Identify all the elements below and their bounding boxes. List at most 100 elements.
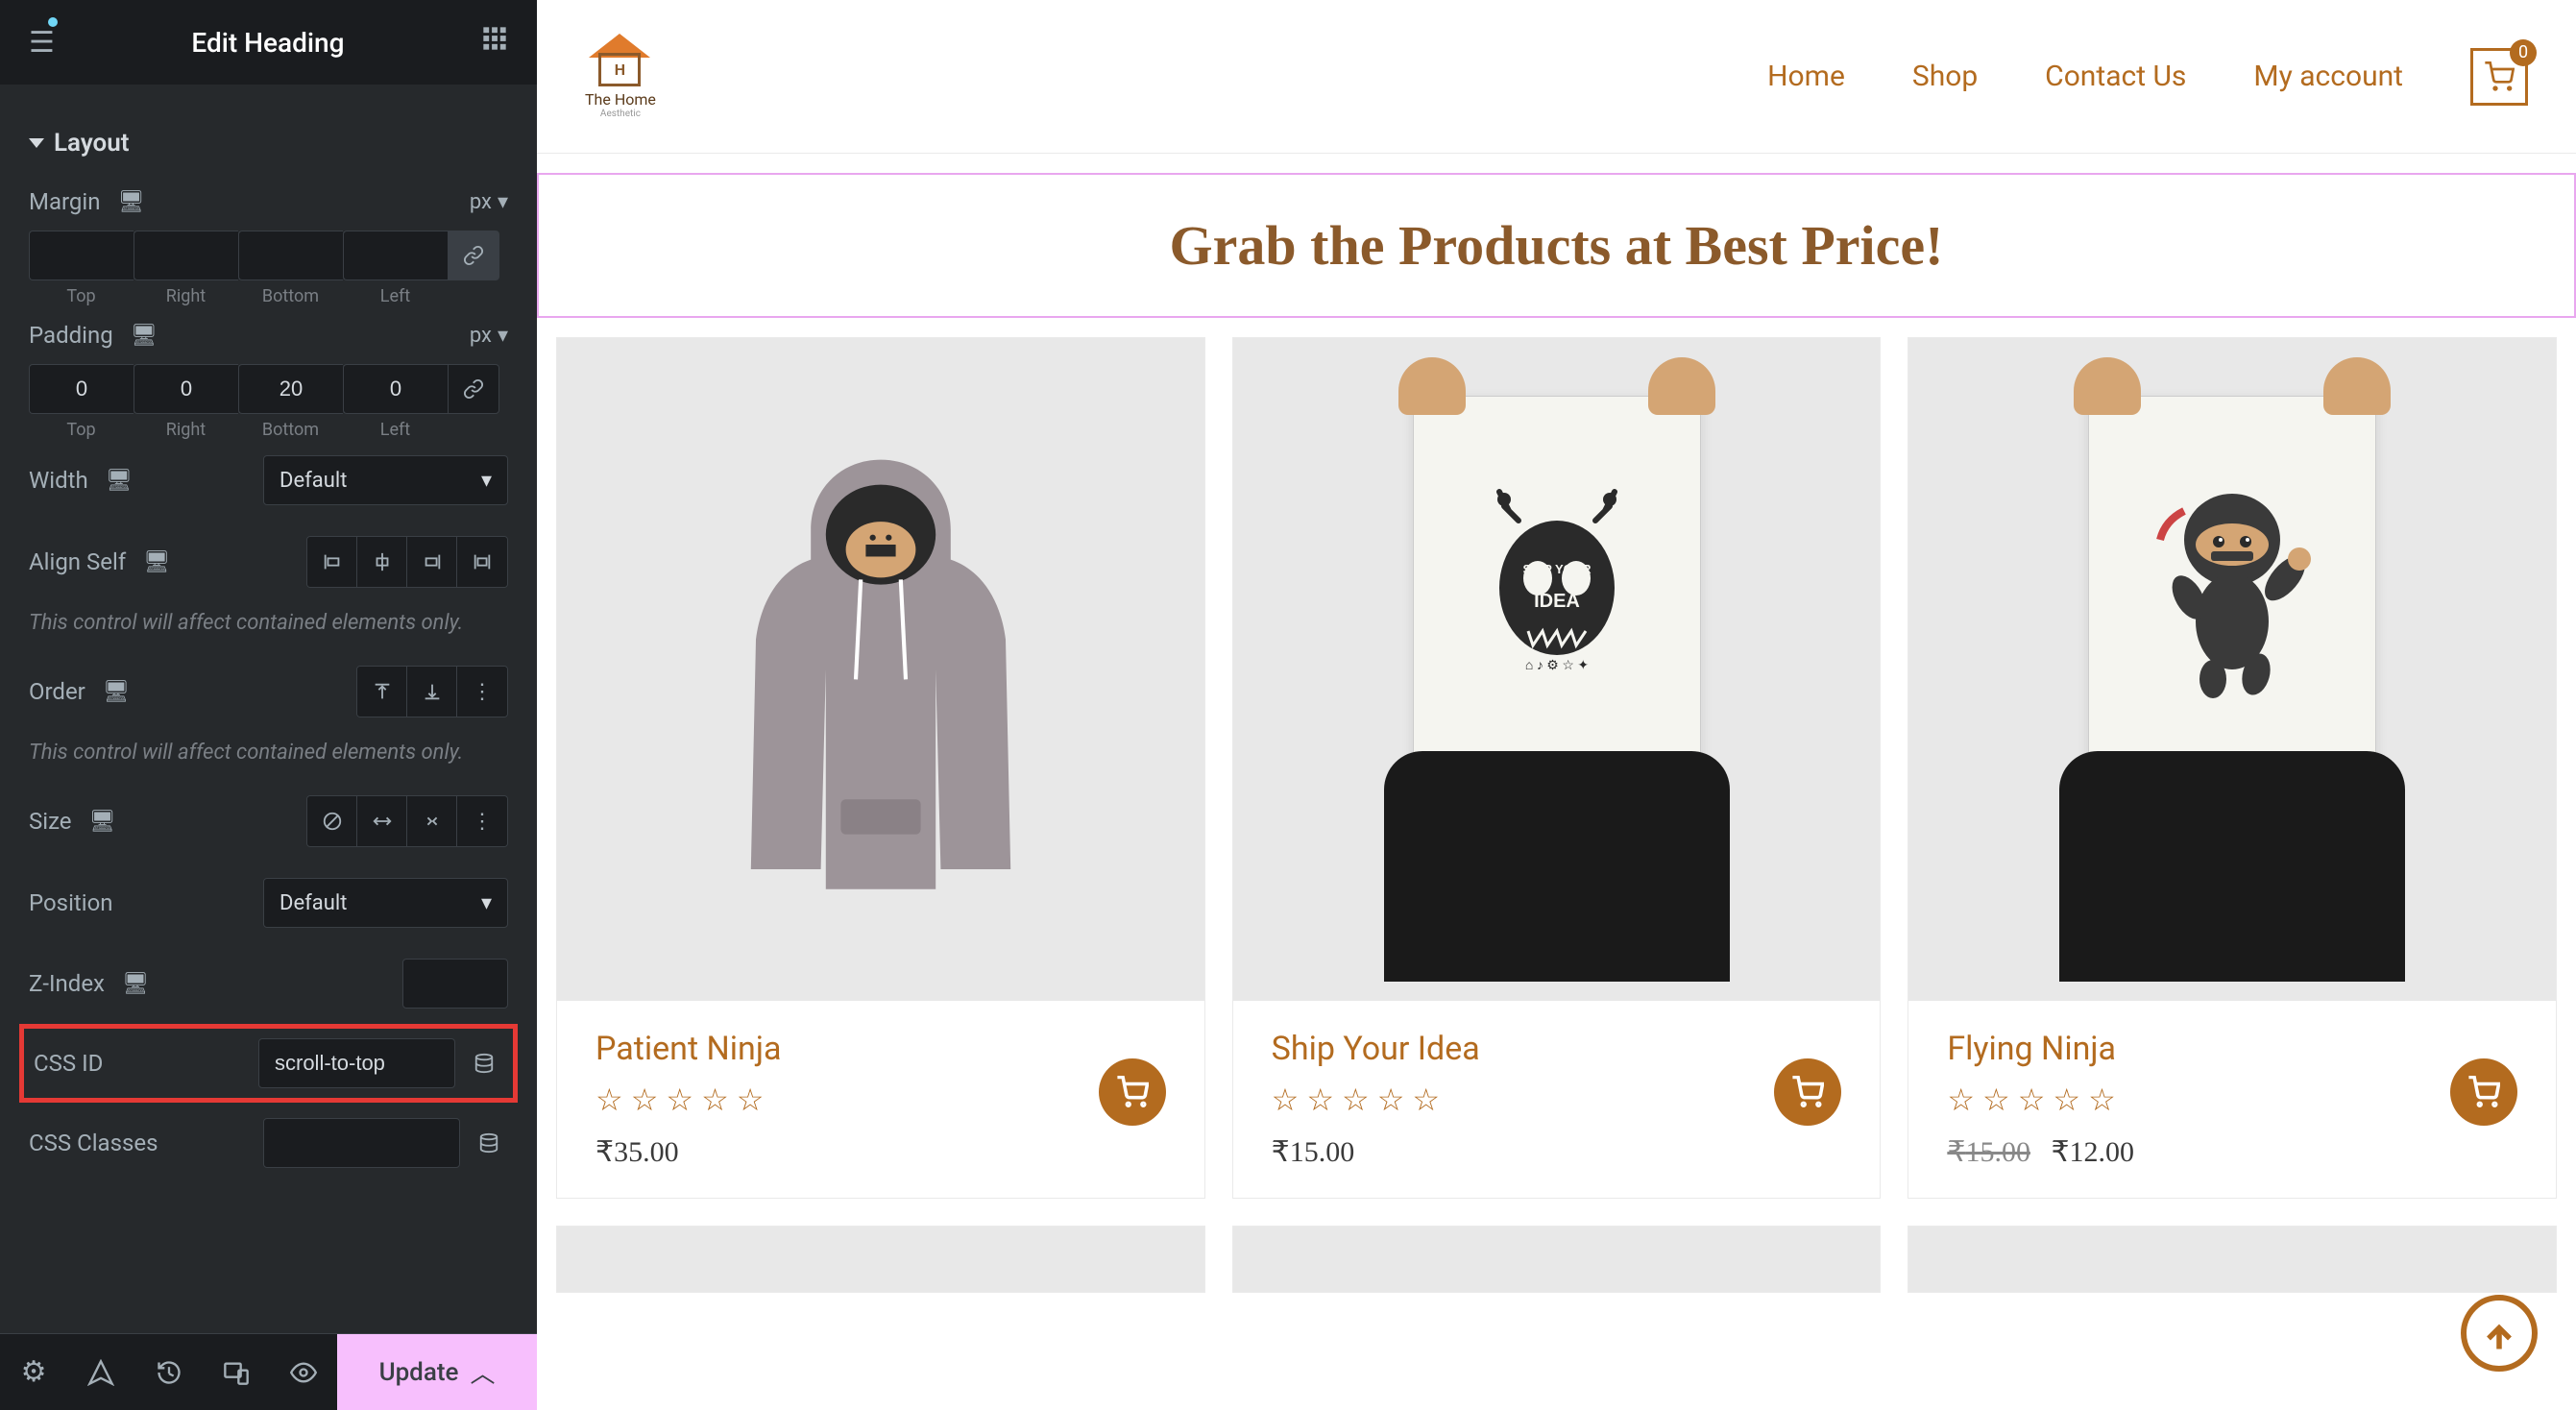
- padding-left-input[interactable]: [343, 364, 448, 414]
- apps-icon[interactable]: [481, 25, 508, 60]
- rating-stars[interactable]: ☆☆☆☆☆: [1272, 1082, 1842, 1118]
- settings-icon[interactable]: ⚙: [0, 1334, 67, 1410]
- css-id-input[interactable]: [258, 1038, 455, 1088]
- padding-unit-select[interactable]: px ▾: [470, 324, 508, 348]
- size-grow-button[interactable]: [357, 796, 407, 846]
- dynamic-tags-icon[interactable]: [465, 1044, 503, 1082]
- cart-count-badge: 0: [2510, 39, 2537, 66]
- preview-canvas[interactable]: H The Home Aesthetic Home Shop Contact U…: [537, 0, 2576, 1410]
- navigator-icon[interactable]: [67, 1334, 134, 1410]
- control-order: Order 🖥 ⋮: [29, 650, 508, 733]
- add-to-cart-button[interactable]: [1099, 1058, 1166, 1126]
- responsive-icon[interactable]: 🖥: [89, 810, 116, 834]
- chevron-down-icon: ▾: [481, 469, 492, 493]
- product-card[interactable]: [1232, 1226, 1882, 1293]
- align-start-button[interactable]: [307, 537, 357, 587]
- rating-stars[interactable]: ☆☆☆☆☆: [1947, 1082, 2517, 1118]
- svg-text:IDEA: IDEA: [1534, 591, 1580, 612]
- nav-contact[interactable]: Contact Us: [2045, 60, 2186, 93]
- padding-link-toggle[interactable]: [448, 364, 499, 414]
- order-hint: This control will affect contained eleme…: [29, 733, 508, 780]
- nav-shop[interactable]: Shop: [1912, 60, 1978, 93]
- margin-link-toggle[interactable]: [448, 231, 499, 280]
- add-to-cart-button[interactable]: [1774, 1058, 1841, 1126]
- margin-bottom-input[interactable]: [238, 231, 343, 280]
- padding-right-input[interactable]: [134, 364, 238, 414]
- rating-stars[interactable]: ☆☆☆☆☆: [595, 1082, 1166, 1118]
- z-index-label: Z-Index: [29, 970, 105, 997]
- product-card[interactable]: SHIP YOUR IDEA ⌂ ♪ ⚙ ☆ ✦ Ship Your Idea …: [1232, 337, 1882, 1199]
- svg-text:SHIP YOUR: SHIP YOUR: [1522, 562, 1592, 576]
- z-index-input[interactable]: [402, 959, 508, 1009]
- margin-unit-select[interactable]: px ▾: [470, 190, 508, 214]
- responsive-icon[interactable]: 🖥: [131, 324, 158, 348]
- control-width: Width 🖥 Default ▾: [29, 440, 508, 521]
- order-start-button[interactable]: [357, 667, 407, 717]
- responsive-icon[interactable]: 🖥: [106, 469, 133, 493]
- product-card[interactable]: Patient Ninja ☆☆☆☆☆ ₹35.00: [556, 337, 1205, 1199]
- responsive-icon[interactable]: 🖥: [103, 680, 130, 704]
- css-classes-label: CSS Classes: [29, 1130, 158, 1156]
- margin-left-input[interactable]: [343, 231, 448, 280]
- responsive-icon[interactable]: 🖥: [143, 550, 170, 574]
- hero-section[interactable]: Grab the Products at Best Price!: [537, 173, 2576, 318]
- padding-inputs: Top Right Bottom Left: [29, 364, 508, 440]
- order-end-button[interactable]: [407, 667, 457, 717]
- responsive-icon[interactable]: 🖥: [117, 190, 144, 214]
- align-self-group: [306, 536, 508, 588]
- size-group: ⋮: [306, 795, 508, 847]
- control-size: Size 🖥 ⋮: [29, 780, 508, 863]
- history-icon[interactable]: [134, 1334, 202, 1410]
- nav-home[interactable]: Home: [1767, 60, 1845, 93]
- responsive-mode-icon[interactable]: [203, 1334, 270, 1410]
- position-select[interactable]: Default ▾: [263, 878, 508, 928]
- size-shrink-button[interactable]: [407, 796, 457, 846]
- padding-bottom-input[interactable]: [238, 364, 343, 414]
- align-end-button[interactable]: [407, 537, 457, 587]
- product-title[interactable]: Flying Ninja: [1947, 1030, 2517, 1068]
- align-hint: This control will affect contained eleme…: [29, 603, 508, 650]
- panel-body: Layout Margin 🖥 px ▾ Top Right Bottom Le…: [0, 85, 537, 1333]
- product-title[interactable]: Patient Ninja: [595, 1030, 1166, 1068]
- product-price: ₹15.00: [1272, 1135, 1842, 1169]
- product-card[interactable]: [1908, 1226, 2557, 1293]
- site-logo[interactable]: H The Home Aesthetic: [585, 34, 656, 119]
- control-margin-header: Margin 🖥 px ▾: [29, 173, 508, 231]
- margin-right-input[interactable]: [134, 231, 238, 280]
- update-button[interactable]: Update ︿: [337, 1334, 537, 1410]
- control-position: Position Default ▾: [29, 863, 508, 943]
- cart-button[interactable]: 0: [2470, 48, 2528, 106]
- width-select[interactable]: Default ▾: [263, 455, 508, 505]
- size-none-button[interactable]: [307, 796, 357, 846]
- order-label: Order: [29, 678, 85, 705]
- sidebar-header: ☰ Edit Heading: [0, 0, 537, 85]
- nav-account[interactable]: My account: [2253, 60, 2403, 93]
- preview-icon[interactable]: [270, 1334, 337, 1410]
- scroll-to-top-button[interactable]: [2461, 1295, 2538, 1372]
- dynamic-tags-icon[interactable]: [470, 1124, 508, 1162]
- padding-top-input[interactable]: [29, 364, 134, 414]
- control-css-classes: CSS Classes: [29, 1103, 508, 1183]
- align-center-button[interactable]: [357, 537, 407, 587]
- hero-heading: Grab the Products at Best Price!: [539, 213, 2574, 278]
- control-css-id: CSS ID: [34, 1034, 503, 1092]
- editor-sidebar: ☰ Edit Heading Layout Margin 🖥 px ▾: [0, 0, 537, 1410]
- product-title[interactable]: Ship Your Idea: [1272, 1030, 1842, 1068]
- add-to-cart-button[interactable]: [2450, 1058, 2517, 1126]
- margin-top-input[interactable]: [29, 231, 134, 280]
- product-image: SHIP YOUR IDEA ⌂ ♪ ⚙ ☆ ✦: [1233, 338, 1881, 1001]
- order-more-button[interactable]: ⋮: [457, 667, 507, 717]
- menu-icon[interactable]: ☰: [29, 26, 55, 60]
- responsive-icon[interactable]: 🖥: [122, 972, 149, 996]
- align-stretch-button[interactable]: [457, 537, 507, 587]
- size-label: Size: [29, 808, 72, 835]
- css-classes-input[interactable]: [263, 1118, 460, 1168]
- section-layout[interactable]: Layout: [29, 113, 508, 173]
- section-label: Layout: [54, 129, 130, 158]
- control-align-self: Align Self 🖥: [29, 521, 508, 603]
- chevron-down-icon: ▾: [481, 891, 492, 915]
- product-card[interactable]: [556, 1226, 1205, 1293]
- product-card[interactable]: Sale!: [1908, 337, 2557, 1199]
- align-self-label: Align Self: [29, 548, 126, 575]
- size-more-button[interactable]: ⋮: [457, 796, 507, 846]
